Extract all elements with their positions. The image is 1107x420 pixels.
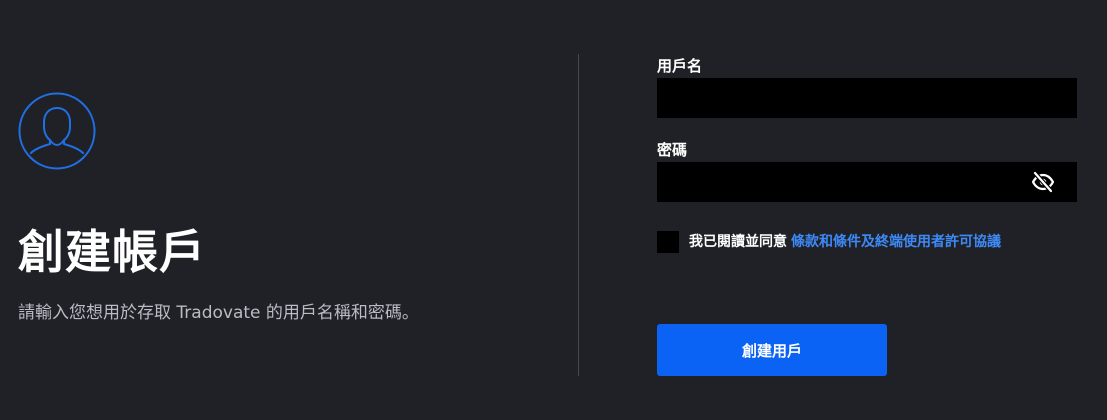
username-input[interactable] — [657, 78, 1077, 118]
username-label: 用戶名 — [657, 57, 703, 75]
agree-text: 我已閱讀並同意 — [689, 234, 787, 250]
page-subtitle: 請輸入您想用於存取 Tradovate 的用戶名稱和密碼。 — [18, 303, 419, 323]
password-input[interactable] — [657, 162, 1077, 202]
user-avatar-icon — [18, 92, 96, 170]
create-account-form: 用戶名 密碼 我已閱讀並同意 條款和條件及終端使用者許可協議 創建用戶 — [657, 0, 1077, 420]
agree-row: 我已閱讀並同意 條款和條件及終端使用者許可協議 — [689, 232, 1001, 252]
terms-link[interactable]: 條款和條件及終端使用者許可協議 — [791, 234, 1001, 250]
vertical-divider — [578, 54, 579, 376]
create-user-button[interactable]: 創建用戶 — [657, 324, 887, 376]
eye-slash-icon[interactable] — [1031, 171, 1055, 193]
page-title: 創建帳戶 — [18, 225, 206, 279]
left-panel: 創建帳戶 請輸入您想用於存取 Tradovate 的用戶名稱和密碼。 — [18, 0, 558, 420]
agree-checkbox[interactable] — [657, 231, 679, 253]
password-label: 密碼 — [657, 141, 688, 159]
